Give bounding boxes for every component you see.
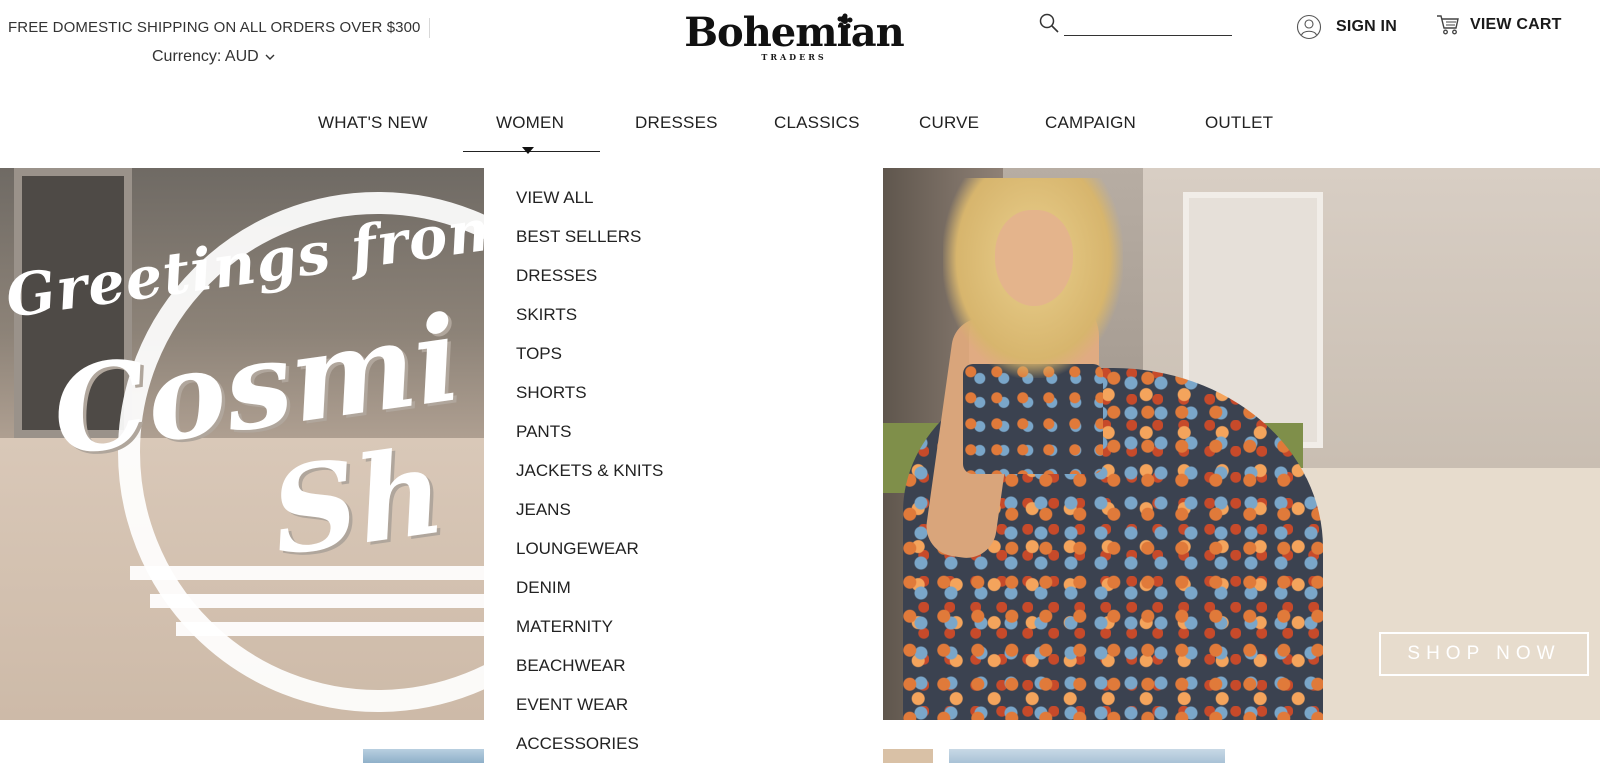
currency-label: Currency: AUD	[152, 48, 259, 65]
dropdown-item-maternity[interactable]: MATERNITY	[516, 615, 663, 654]
nav-item-whats-new[interactable]: WHAT'S NEW	[318, 112, 428, 134]
dropdown-item-view-all[interactable]: VIEW ALL	[516, 186, 663, 225]
site-logo[interactable]: Bohemian TRADERS	[678, 10, 910, 74]
dropdown-item-loungewear[interactable]: LOUNGEWEAR	[516, 537, 663, 576]
shop-now-button[interactable]: SHOP NOW	[1379, 632, 1589, 676]
cart-icon	[1437, 15, 1459, 35]
nav-item-dresses[interactable]: DRESSES	[635, 112, 718, 134]
product-thumbnail[interactable]	[949, 749, 1225, 763]
view-cart-label: VIEW CART	[1470, 16, 1562, 33]
main-nav: WHAT'S NEW WOMEN DRESSES CLASSICS CURVE …	[0, 112, 1600, 152]
dropdown-item-dresses[interactable]: DRESSES	[516, 264, 663, 303]
dropdown-item-beachwear[interactable]: BEACHWEAR	[516, 654, 663, 693]
search-bar[interactable]	[1038, 10, 1233, 36]
logo-flower-icon	[837, 13, 853, 29]
dropdown-item-skirts[interactable]: SKIRTS	[516, 303, 663, 342]
nav-caret-icon	[522, 147, 534, 154]
model-bodice	[963, 364, 1103, 474]
hero-headline-line3: Sh	[263, 420, 452, 583]
chevron-down-icon	[265, 54, 275, 60]
nav-item-outlet[interactable]: OUTLET	[1205, 112, 1273, 134]
nav-item-women[interactable]: WOMEN	[496, 112, 564, 134]
model-face	[995, 210, 1073, 306]
women-dropdown-menu: VIEW ALL BEST SELLERS DRESSES SKIRTS TOP…	[484, 168, 883, 763]
dropdown-item-pants[interactable]: PANTS	[516, 420, 663, 459]
currency-selector[interactable]: Currency: AUD	[152, 47, 275, 67]
product-thumbnail[interactable]	[883, 749, 933, 763]
product-thumbnail[interactable]	[363, 749, 484, 763]
nav-item-campaign[interactable]: CAMPAIGN	[1045, 112, 1136, 134]
promo-banner: FREE DOMESTIC SHIPPING ON ALL ORDERS OVE…	[8, 18, 430, 38]
dropdown-item-shorts[interactable]: SHORTS	[516, 381, 663, 420]
nav-item-classics[interactable]: CLASSICS	[774, 112, 860, 134]
dropdown-item-jackets-knits[interactable]: JACKETS & KNITS	[516, 459, 663, 498]
sign-in-label: SIGN IN	[1336, 18, 1397, 35]
nav-item-curve[interactable]: CURVE	[919, 112, 979, 134]
logo-brand-text: Bohemian	[684, 9, 905, 56]
dropdown-item-jeans[interactable]: JEANS	[516, 498, 663, 537]
page: FREE DOMESTIC SHIPPING ON ALL ORDERS OVE…	[0, 0, 1600, 763]
dropdown-item-accessories[interactable]: ACCESSORIES	[516, 732, 663, 763]
hero-banner-left[interactable]: Greetings from Cosmi Sh	[0, 168, 484, 720]
sign-in-link[interactable]: SIGN IN	[1296, 14, 1397, 40]
dropdown-list: VIEW ALL BEST SELLERS DRESSES SKIRTS TOP…	[516, 186, 663, 763]
stripe-graphic	[150, 594, 484, 608]
view-cart-link[interactable]: VIEW CART	[1436, 14, 1562, 36]
dropdown-item-tops[interactable]: TOPS	[516, 342, 663, 381]
stripe-graphic	[176, 622, 484, 636]
search-icon[interactable]	[1038, 12, 1060, 34]
search-input[interactable]	[1064, 16, 1232, 36]
dropdown-item-denim[interactable]: DENIM	[516, 576, 663, 615]
user-icon	[1296, 14, 1322, 40]
dropdown-item-best-sellers[interactable]: BEST SELLERS	[516, 225, 663, 264]
dropdown-item-event-wear[interactable]: EVENT WEAR	[516, 693, 663, 732]
